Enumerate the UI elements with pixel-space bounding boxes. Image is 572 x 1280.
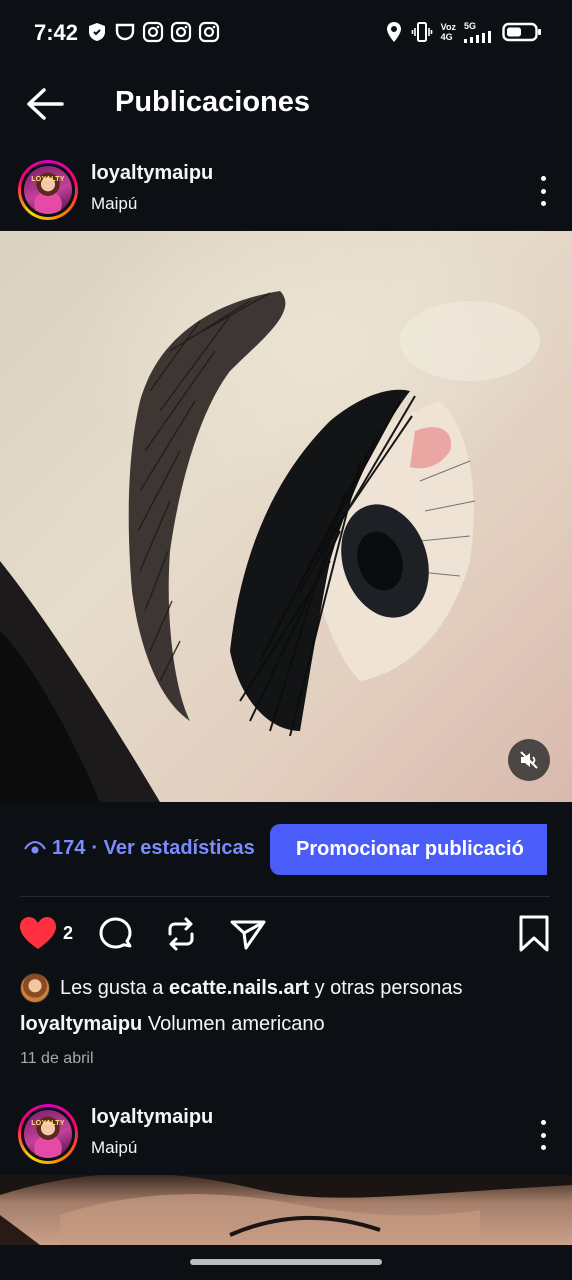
- cup-icon: [115, 23, 135, 41]
- avatar-logo-text: LOYALTY: [31, 1120, 65, 1127]
- app-header: Publicaciones: [0, 66, 572, 142]
- instagram-icon: [170, 21, 192, 43]
- liked-by-suffix: y otras personas: [314, 976, 463, 999]
- dot-icon: [540, 201, 546, 206]
- heart-filled-icon[interactable]: [18, 914, 58, 954]
- instagram-icon: [198, 21, 220, 43]
- instagram-icon: [142, 21, 164, 43]
- battery-icon: [502, 22, 541, 42]
- vibrate-icon: [411, 22, 432, 42]
- like-count[interactable]: 2: [63, 923, 73, 944]
- shield-icon: [89, 23, 105, 41]
- next-post-media[interactable]: [0, 1175, 572, 1245]
- dot-icon: [540, 1145, 546, 1150]
- system-indicators: Voz 4G 5G: [385, 21, 542, 43]
- home-gesture-handle[interactable]: [190, 1259, 382, 1265]
- post-location[interactable]: Maipú: [91, 194, 137, 214]
- status-bar: 7:42 Voz 4G 5G: [0, 0, 572, 66]
- divider: [20, 896, 550, 897]
- action-bar: 2: [0, 910, 572, 960]
- status-time: 7:42: [34, 20, 79, 45]
- liked-by-prefix: Les gusta a: [60, 976, 164, 999]
- eyelash-photo: [0, 291, 540, 802]
- next-post-photo: [0, 1175, 572, 1245]
- avatar[interactable]: LOYALTY: [18, 1104, 78, 1164]
- post-username[interactable]: loyaltymaipu: [91, 1106, 213, 1129]
- caption-text: Volumen americano: [147, 1013, 325, 1035]
- location-icon: [386, 22, 401, 42]
- 4g-label: 4G: [440, 32, 453, 42]
- comment-icon[interactable]: [96, 914, 136, 954]
- share-icon[interactable]: [228, 914, 268, 954]
- liked-by-row[interactable]: Les gusta a ecatte.nails.art y otras per…: [20, 972, 462, 1004]
- page-title: Publicaciones: [115, 86, 311, 118]
- notification-icons: [86, 21, 220, 43]
- post-header: LOYALTY loyaltymaipu Maipú: [0, 156, 572, 226]
- post-stats-row: 174 · Ver estadísticas Promocionar publi…: [0, 824, 572, 876]
- voz-label: Voz: [440, 22, 456, 32]
- post-caption: loyaltymaipu Volumen americano: [20, 1013, 325, 1036]
- dot-icon: [540, 1120, 546, 1125]
- dot-icon: [540, 1132, 546, 1138]
- 5g-label: 5G: [464, 21, 477, 31]
- arrow-left-icon: [27, 88, 64, 120]
- caption-username[interactable]: loyaltymaipu: [20, 1013, 142, 1035]
- back-button[interactable]: [24, 86, 64, 122]
- post-username[interactable]: loyaltymaipu: [91, 162, 213, 185]
- voz-4g-label: Voz 4G: [441, 22, 456, 42]
- screen: 7:42 Voz 4G 5G Publicaciones LOYALTY loy…: [0, 0, 572, 1280]
- dot-icon: [540, 188, 546, 194]
- promote-post-button[interactable]: Promocionar publicació: [270, 824, 547, 875]
- post-date: 11 de abril: [20, 1050, 94, 1067]
- signal-icon: [464, 31, 491, 43]
- views-count: 174: [52, 837, 86, 859]
- speaker-muted-icon: [520, 751, 538, 769]
- bookmark-icon[interactable]: [516, 914, 552, 954]
- post-location[interactable]: Maipú: [91, 1138, 137, 1158]
- post-media[interactable]: [0, 231, 572, 802]
- insights-label: · Ver estadísticas: [91, 837, 255, 859]
- liker-avatar: [20, 973, 50, 1003]
- mute-button[interactable]: [508, 739, 550, 781]
- avatar-logo-text: LOYALTY: [31, 176, 65, 183]
- eye-icon: [24, 840, 46, 853]
- view-insights-link[interactable]: 174 · Ver estadísticas: [24, 837, 255, 860]
- system-nav-bar: [0, 1245, 572, 1280]
- liked-by-text: Les gusta a ecatte.nails.art y otras per…: [60, 977, 462, 1000]
- avatar[interactable]: LOYALTY: [18, 160, 78, 220]
- liked-by-user[interactable]: ecatte.nails.art: [169, 977, 309, 999]
- 5g-signal: 5G: [464, 21, 494, 43]
- more-options-button[interactable]: [538, 1120, 548, 1150]
- dot-icon: [540, 176, 546, 181]
- more-options-button[interactable]: [538, 176, 548, 206]
- next-post-header: LOYALTY loyaltymaipu Maipú: [0, 1100, 572, 1170]
- repost-icon[interactable]: [161, 914, 201, 954]
